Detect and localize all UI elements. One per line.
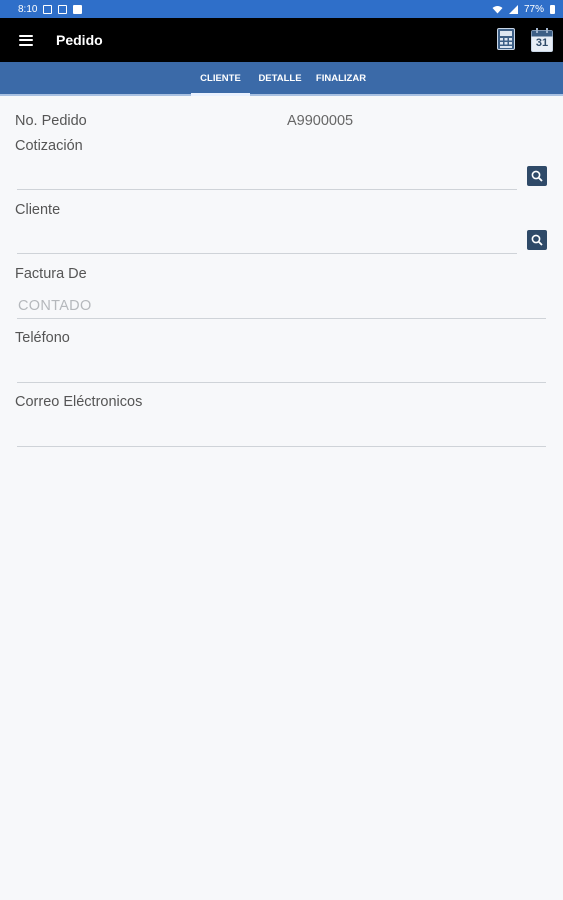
status-time: 8:10 bbox=[18, 3, 38, 15]
battery-percent: 77% bbox=[523, 3, 544, 15]
cotizacion-search-button[interactable] bbox=[527, 166, 547, 186]
app-bar: Pedido 31 bbox=[0, 18, 563, 62]
tab-cliente[interactable]: CLIENTE bbox=[191, 62, 250, 96]
hamburger-icon bbox=[19, 34, 33, 46]
calculator-button[interactable] bbox=[497, 28, 519, 52]
cotizacion-label: Cotización bbox=[15, 138, 83, 154]
screenshot-notification-icon bbox=[58, 4, 68, 14]
menu-button[interactable] bbox=[0, 18, 52, 62]
app-notification-icon bbox=[73, 4, 83, 14]
page-title: Pedido bbox=[56, 32, 103, 48]
factura-input[interactable] bbox=[17, 293, 546, 318]
status-bar: 8:10 77% bbox=[0, 0, 563, 18]
app-bar-actions: 31 bbox=[497, 28, 553, 52]
tab-detalle[interactable]: DETALLE bbox=[252, 62, 308, 94]
pedido-label: No. Pedido bbox=[15, 113, 87, 129]
factura-label: Factura De bbox=[15, 266, 87, 282]
wifi-icon bbox=[492, 5, 503, 13]
factura-field bbox=[17, 293, 546, 319]
status-right: 77% bbox=[492, 4, 555, 15]
search-icon bbox=[531, 170, 543, 182]
cliente-input[interactable] bbox=[17, 228, 517, 253]
battery-icon bbox=[550, 4, 555, 14]
correo-input[interactable] bbox=[17, 421, 546, 446]
cliente-field bbox=[17, 228, 517, 254]
tab-finalizar[interactable]: FINALIZAR bbox=[311, 62, 371, 94]
search-icon bbox=[531, 234, 543, 246]
cotizacion-input[interactable] bbox=[17, 164, 517, 189]
calendar-day: 31 bbox=[535, 37, 549, 49]
calculator-icon bbox=[497, 28, 515, 50]
cotizacion-field bbox=[17, 164, 517, 190]
telefono-label: Teléfono bbox=[15, 330, 70, 346]
correo-label: Correo Eléctronicos bbox=[15, 394, 143, 410]
telefono-field bbox=[17, 357, 546, 383]
tab-bar: CLIENTE DETALLE FINALIZAR bbox=[0, 62, 563, 96]
pedido-value: A9900005 bbox=[287, 113, 354, 129]
status-left: 8:10 bbox=[18, 3, 83, 15]
signal-icon bbox=[508, 4, 518, 14]
cliente-search-button[interactable] bbox=[527, 230, 547, 250]
correo-field bbox=[17, 421, 546, 447]
gallery-notification-icon bbox=[43, 4, 53, 14]
cliente-label: Cliente bbox=[15, 202, 61, 218]
telefono-input[interactable] bbox=[17, 357, 546, 382]
calendar-button[interactable]: 31 bbox=[531, 28, 553, 52]
